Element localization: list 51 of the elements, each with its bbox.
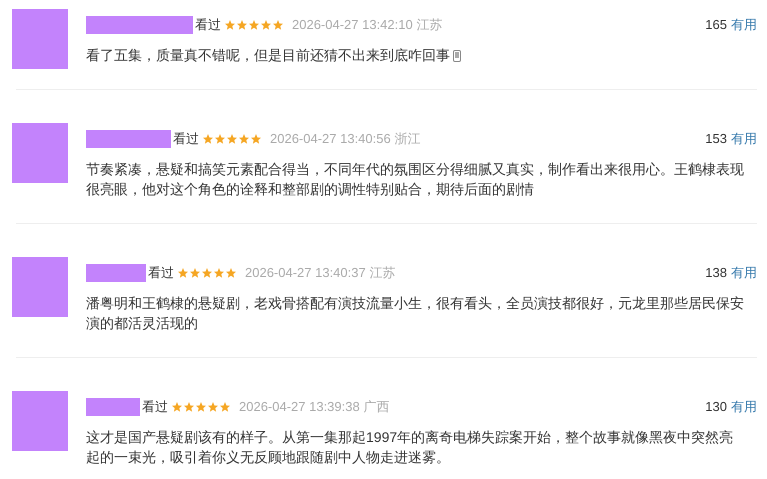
star-icon [272, 19, 284, 31]
review-text: 潘粤明和王鹤棣的悬疑剧，老戏骨搭配有演技流量小生，很有看头，全员演技都很好，元龙里那些居民保安演的都活灵活现的 [86, 295, 744, 331]
star-icon [214, 133, 226, 145]
star-icon [225, 267, 237, 279]
star-icon [248, 19, 260, 31]
redaction-block [86, 264, 146, 282]
useful-count: 138 [705, 264, 727, 282]
star-icon [189, 267, 201, 279]
star-icon [260, 19, 272, 31]
useful-link[interactable]: 有用 [731, 397, 757, 417]
star-icon [224, 19, 236, 31]
redaction-block [86, 398, 140, 416]
review-time: 2026-04-27 13:39:38 [239, 398, 360, 416]
watched-label: 看过 [173, 130, 199, 148]
avatar [12, 123, 68, 183]
star-icon [183, 401, 195, 413]
useful-count: 153 [705, 130, 727, 148]
useful-count: 130 [705, 398, 727, 416]
review-time: 2026-04-27 13:42:10 [292, 16, 413, 34]
star-icon [202, 133, 214, 145]
star-icon [236, 19, 248, 31]
useful-count: 165 [705, 16, 727, 34]
star-icon [207, 401, 219, 413]
star-icon [238, 133, 250, 145]
avatar [12, 257, 68, 317]
star-icon [177, 267, 189, 279]
review-location: 广西 [364, 398, 390, 416]
star-icon [250, 133, 262, 145]
avatar [12, 391, 68, 451]
useful-link[interactable]: 有用 [731, 263, 757, 283]
review-text: 看了五集，质量真不错呢，但是目前还猜不出来到底咋回事 [86, 47, 450, 63]
star-icon [226, 133, 238, 145]
watched-label: 看过 [142, 398, 168, 416]
star-icon [195, 401, 207, 413]
review-time: 2026-04-27 13:40:37 [245, 264, 366, 282]
review-text: 这才是国产悬疑剧该有的样子。从第一集那起1997年的离奇电梯失踪案开始，整个故事就像黑夜中突然亮起的一束光，吸引着你义无反顾地跟随剧中人物走进迷雾。 [86, 429, 734, 465]
review-location: 江苏 [416, 16, 443, 34]
watched-label: 看过 [195, 16, 221, 34]
star-icon [219, 401, 231, 413]
review-location: 浙江 [394, 130, 421, 148]
review-time: 2026-04-27 13:40:56 [270, 130, 391, 148]
useful-link[interactable]: 有用 [731, 15, 757, 35]
phone-icon [453, 50, 461, 62]
review-location: 江苏 [370, 264, 396, 282]
star-icon [171, 401, 183, 413]
star-icon [201, 267, 213, 279]
review-text: 节奏紧凑，悬疑和搞笑元素配合得当，不同年代的氛围区分得细腻又真实，制作看出来很用心。王鹤棣表现很亮眼，他对这个角色的诠释和整部剧的调性特别贴合，期待后面的剧情 [86, 161, 744, 197]
useful-link[interactable]: 有用 [731, 129, 757, 149]
star-icon [213, 267, 225, 279]
avatar [12, 9, 68, 69]
watched-label: 看过 [148, 264, 174, 282]
